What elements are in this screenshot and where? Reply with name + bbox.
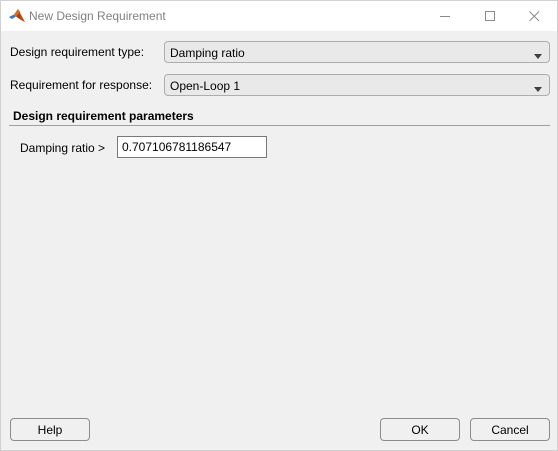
maximize-icon bbox=[485, 10, 496, 22]
close-button[interactable] bbox=[512, 1, 557, 31]
close-icon bbox=[529, 10, 540, 22]
matlab-logo-icon bbox=[9, 8, 25, 24]
title-bar[interactable]: New Design Requirement bbox=[1, 1, 557, 31]
requirement-type-value: Damping ratio bbox=[170, 46, 245, 60]
parameters-section-title: Design requirement parameters bbox=[13, 109, 194, 123]
help-button[interactable]: Help bbox=[10, 418, 90, 441]
requirement-response-dropdown[interactable]: Open-Loop 1 bbox=[164, 74, 550, 96]
requirement-response-value: Open-Loop 1 bbox=[170, 79, 241, 93]
maximize-button[interactable] bbox=[468, 1, 513, 31]
requirement-type-label: Design requirement type: bbox=[10, 45, 145, 59]
requirement-type-dropdown[interactable]: Damping ratio bbox=[164, 41, 550, 63]
chevron-down-icon bbox=[533, 82, 543, 92]
damping-ratio-input[interactable] bbox=[117, 136, 267, 158]
ok-button[interactable]: OK bbox=[380, 418, 460, 441]
requirement-response-label: Requirement for response: bbox=[10, 78, 153, 92]
window-title: New Design Requirement bbox=[29, 9, 166, 23]
minimize-button[interactable] bbox=[423, 1, 468, 31]
chevron-down-icon bbox=[533, 49, 543, 59]
cancel-button[interactable]: Cancel bbox=[470, 418, 550, 441]
minimize-icon bbox=[440, 11, 451, 22]
section-divider bbox=[9, 125, 550, 126]
damping-ratio-label: Damping ratio > bbox=[20, 141, 106, 155]
dialog-window: New Design Requirement Design requiremen… bbox=[0, 0, 558, 451]
